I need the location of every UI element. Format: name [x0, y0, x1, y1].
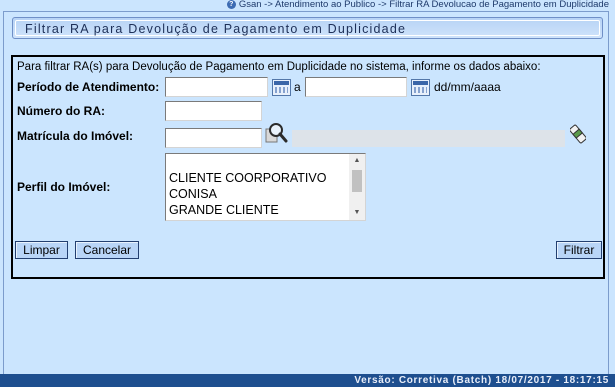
scroll-thumb[interactable] [352, 170, 362, 192]
form-intro: Para filtrar RA(s) para Devolução de Pag… [17, 61, 541, 73]
filter-form: Para filtrar RA(s) para Devolução de Pag… [11, 55, 605, 279]
limpar-button[interactable]: Limpar [15, 241, 68, 259]
title-bar: Filtrar RA para Devolução de Pagamento e… [12, 17, 603, 39]
date-format-hint: dd/mm/aaaa [434, 80, 501, 94]
list-item[interactable]: CLIENTE COORPORATIVO [169, 171, 326, 185]
matricula-input[interactable] [165, 128, 262, 148]
matricula-description [292, 130, 565, 147]
numero-ra-label: Número do RA: [17, 104, 105, 118]
breadcrumb: ? Gsan -> Atendimento ao Publico -> Filtr… [226, 0, 609, 10]
calendar-icon[interactable] [411, 79, 430, 96]
help-icon[interactable]: ? [226, 0, 236, 9]
perfil-label: Perfil do Imóvel: [17, 180, 111, 194]
numero-ra-input[interactable] [165, 101, 262, 121]
matricula-label: Matrícula do Imóvel: [17, 129, 134, 143]
eraser-icon[interactable] [570, 124, 586, 144]
perfil-listbox[interactable]: CLIENTE COORPORATIVO CONISA GRANDE CLIEN… [165, 153, 366, 221]
list-item[interactable]: GRANDE CLIENTE [169, 203, 279, 217]
version-text: Versão: Corretiva (Batch) 18/07/2017 - 1… [354, 375, 609, 386]
scroll-down-icon[interactable]: ▼ [349, 206, 365, 220]
periodo-fim-input[interactable] [305, 77, 407, 97]
version-footer: Versão: Corretiva (Batch) 18/07/2017 - 1… [0, 374, 615, 387]
periodo-inicio-input[interactable] [165, 77, 268, 97]
calendar-icon[interactable] [272, 79, 291, 96]
scroll-up-icon[interactable]: ▲ [349, 154, 365, 168]
breadcrumb-text: Gsan -> Atendimento ao Publico -> Filtra… [238, 0, 609, 10]
listbox-scrollbar[interactable]: ▲ ▼ [349, 154, 365, 220]
list-item[interactable]: CONISA [169, 187, 217, 201]
page-title: Filtrar RA para Devolução de Pagamento e… [15, 20, 600, 36]
periodo-separator: a [294, 80, 301, 94]
cancelar-button[interactable]: Cancelar [75, 241, 139, 259]
filtrar-button[interactable]: Filtrar [556, 241, 602, 259]
periodo-label: Período de Atendimento: [17, 80, 160, 94]
magnifier-icon[interactable] [265, 122, 289, 144]
